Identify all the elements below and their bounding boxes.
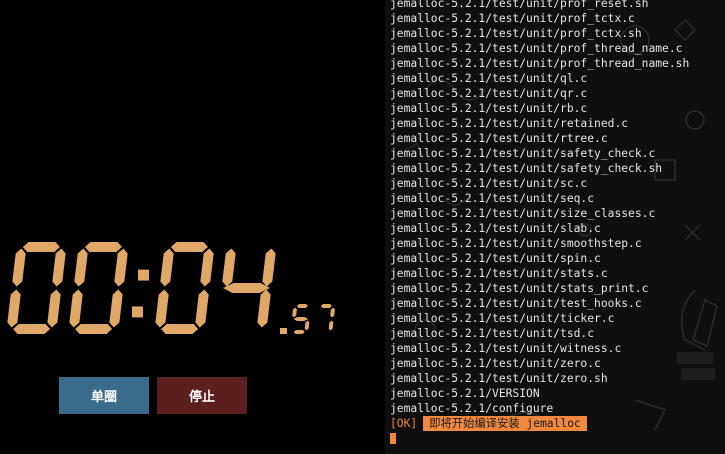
terminal-line: jemalloc-5.2.1/test/unit/size_classes.c — [390, 207, 656, 220]
terminal-line: jemalloc-5.2.1/test/unit/safety_check.sh — [390, 162, 663, 175]
digit-segment — [7, 289, 21, 328]
terminal-line: jemalloc-5.2.1/test/unit/seq.c — [390, 192, 595, 205]
terminal-line: jemalloc-5.2.1/test/unit/prof_reset.sh — [390, 0, 649, 10]
digit-segment — [257, 289, 271, 328]
status-message: 即将开始编译安装 jemalloc — [423, 416, 587, 431]
digit-segment — [195, 289, 209, 328]
status-line: [OK] 即将开始编译安装 jemalloc — [390, 416, 725, 431]
colon-dot — [138, 269, 149, 281]
digit-segment — [222, 248, 236, 287]
digit-segment — [74, 248, 88, 287]
colon-dot — [132, 306, 143, 318]
digit-segment — [69, 289, 83, 328]
digit-segment — [155, 289, 169, 328]
digit-segment — [109, 289, 123, 328]
terminal-line: jemalloc-5.2.1/test/unit/zero.c — [390, 357, 601, 370]
terminal-line: jemalloc-5.2.1/test/unit/witness.c — [390, 342, 622, 355]
terminal-line: jemalloc-5.2.1/test/unit/prof_tctx.c — [390, 12, 635, 25]
digit-segment — [292, 307, 297, 318]
terminal-line: jemalloc-5.2.1/test/unit/prof_tctx.sh — [390, 27, 642, 40]
terminal-line: jemalloc-5.2.1/test/unit/ticker.c — [390, 312, 615, 325]
terminal-line: jemalloc-5.2.1/test/unit/zero.sh — [390, 372, 608, 385]
digit-segment — [52, 248, 66, 287]
digit-segment — [114, 248, 128, 287]
digit-segment — [12, 248, 26, 287]
terminal-line: jemalloc-5.2.1/test/unit/retained.c — [390, 117, 629, 130]
terminal-line: jemalloc-5.2.1/test/unit/stats.c — [390, 267, 608, 280]
digit-segment — [200, 248, 214, 287]
digit-segment — [328, 320, 334, 331]
terminal-cursor — [390, 433, 396, 444]
terminal-line: jemalloc-5.2.1/test/unit/tsd.c — [390, 327, 595, 340]
ok-tag: [OK] — [390, 417, 418, 430]
seven-segment-digits — [7, 242, 335, 334]
digit-segment — [304, 320, 310, 331]
digit-segment — [22, 242, 60, 252]
digit-segment — [160, 248, 174, 287]
digit-segment — [161, 324, 199, 334]
digit-segment — [320, 304, 332, 308]
digit-segment — [262, 248, 276, 287]
terminal-line: jemalloc-5.2.1/configure — [390, 402, 554, 415]
terminal-line: jemalloc-5.2.1/test/unit/prof_thread_nam… — [390, 42, 683, 55]
digit-segment — [296, 304, 308, 308]
digit-segment — [170, 242, 208, 252]
digit-segment — [47, 289, 61, 328]
digit-segment — [293, 317, 309, 321]
digit-segment — [330, 307, 335, 318]
terminal-line: jemalloc-5.2.1/test/unit/test_hooks.c — [390, 297, 642, 310]
digit-segment — [293, 330, 305, 334]
terminal-line: jemalloc-5.2.1/test/unit/slab.c — [390, 222, 601, 235]
lap-button[interactable]: 单圈 — [59, 377, 149, 414]
terminal-line: jemalloc-5.2.1/test/unit/rb.c — [390, 102, 588, 115]
stopwatch-display — [4, 238, 384, 342]
digit-segment — [84, 242, 122, 252]
decimal-dot — [280, 328, 287, 334]
terminal-line: jemalloc-5.2.1/test/unit/prof_thread_nam… — [390, 57, 690, 70]
terminal-line: jemalloc-5.2.1/test/unit/ql.c — [390, 72, 588, 85]
digit-segment — [223, 283, 270, 293]
stop-button[interactable]: 停止 — [157, 377, 247, 414]
terminal-line: jemalloc-5.2.1/test/unit/safety_check.c — [390, 147, 656, 160]
digit-segment — [75, 324, 113, 334]
terminal-line: jemalloc-5.2.1/test/unit/stats_print.c — [390, 282, 649, 295]
terminal-panel[interactable]: jemalloc-5.2.1/test/unit/prof_reset.shje… — [385, 0, 725, 454]
terminal-line: jemalloc-5.2.1/test/unit/rtree.c — [390, 132, 608, 145]
terminal-line: jemalloc-5.2.1/VERSION — [390, 387, 540, 400]
terminal-line: jemalloc-5.2.1/test/unit/qr.c — [390, 87, 588, 100]
stopwatch-panel: 单圈 停止 — [0, 0, 385, 454]
terminal-line: jemalloc-5.2.1/test/unit/smoothstep.c — [390, 237, 642, 250]
digit-segment — [13, 324, 51, 334]
terminal-output: jemalloc-5.2.1/test/unit/prof_reset.shje… — [390, 0, 725, 444]
terminal-line: jemalloc-5.2.1/test/unit/sc.c — [390, 177, 588, 190]
terminal-line: jemalloc-5.2.1/test/unit/spin.c — [390, 252, 601, 265]
